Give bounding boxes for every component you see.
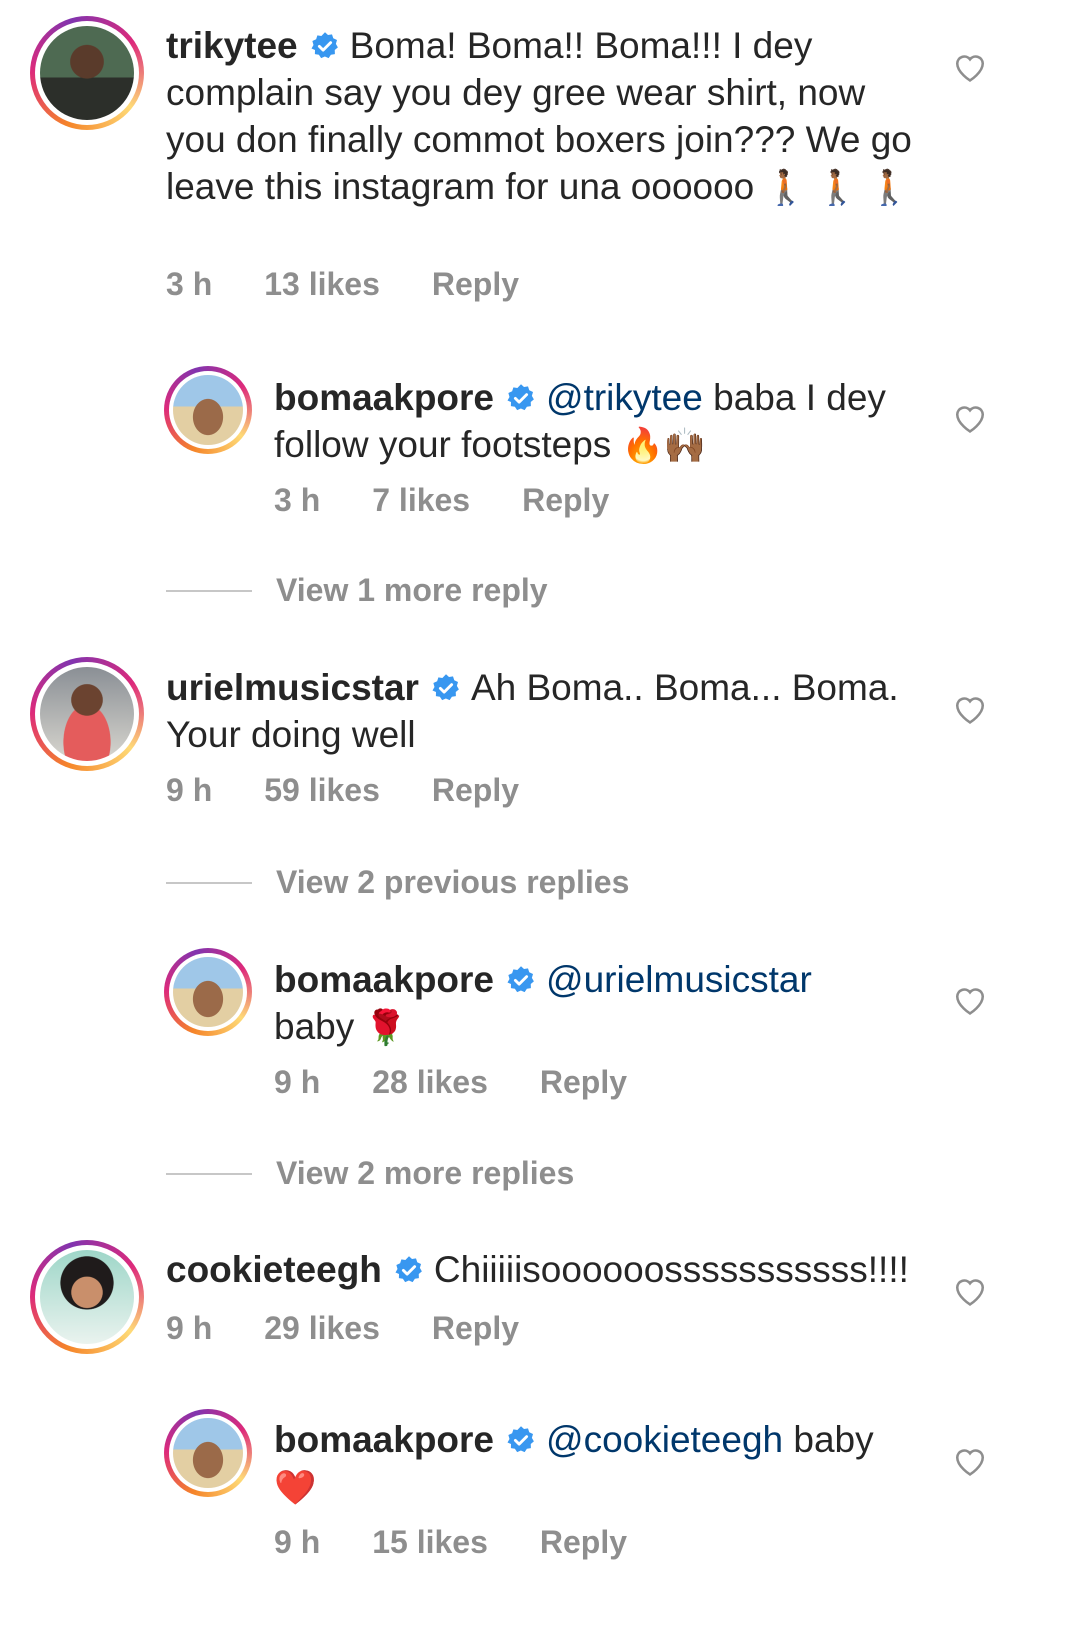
view-more-replies[interactable]: View 1 more reply [166,572,548,609]
mention-link[interactable]: @trikytee [546,377,703,418]
heart-outline-icon[interactable] [953,1445,987,1477]
divider-line [166,589,252,592]
avatar-urielmusicstar[interactable] [30,657,144,771]
view-more-label[interactable]: View 1 more reply [276,572,548,609]
reply-button[interactable]: Reply [432,772,519,809]
view-more-label[interactable]: View 2 previous replies [276,864,629,901]
comment-likes[interactable]: 29 likes [264,1310,380,1347]
comment-text: baby [274,1006,355,1047]
comment-time: 3 h [274,482,321,518]
avatar-trikytee[interactable] [30,16,144,130]
reply-button[interactable]: Reply [432,266,519,303]
mention-link[interactable]: @urielmusicstar [546,959,812,1000]
comment-emoji: 🌹 [364,1009,407,1047]
comment-time: 9 h [166,1310,213,1346]
view-previous-replies[interactable]: View 2 previous replies [166,864,629,901]
comment-time: 9 h [274,1064,321,1100]
comment-time: 9 h [166,772,213,808]
reply-button[interactable]: Reply [540,1524,627,1561]
reply-button[interactable]: Reply [522,482,609,519]
comment-emoji: 🔥🙌🏾 [621,427,707,465]
comment-time: 9 h [274,1524,321,1560]
view-more-replies[interactable]: View 2 more replies [166,1155,574,1192]
view-more-label[interactable]: View 2 more replies [276,1155,574,1192]
comment-username[interactable]: bomaakpore [274,377,494,418]
comment-username[interactable]: bomaakpore [274,1419,494,1460]
comment-likes[interactable]: 15 likes [372,1524,488,1561]
heart-outline-icon[interactable] [953,51,987,83]
comment-likes[interactable]: 28 likes [372,1064,488,1101]
verified-badge-icon [507,384,534,411]
comment-username[interactable]: cookieteegh [166,1249,382,1290]
verified-badge-icon [311,32,338,59]
comment-likes[interactable]: 59 likes [264,772,380,809]
comment-likes[interactable]: 13 likes [264,266,380,303]
divider-line [166,881,252,884]
verified-badge-icon [432,674,459,701]
heart-outline-icon[interactable] [953,984,987,1016]
avatar-bomaakpore[interactable] [164,1409,252,1497]
verified-badge-icon [507,966,534,993]
avatar-bomaakpore[interactable] [164,366,252,454]
comment-text: baby [793,1419,874,1460]
avatar-cookieteegh[interactable] [30,1240,144,1354]
avatar-bomaakpore[interactable] [164,948,252,1036]
heart-outline-icon[interactable] [953,1275,987,1307]
comment-emoji: 🚶🏾 🚶🏾 🚶🏾 [764,169,911,207]
reply-button[interactable]: Reply [432,1310,519,1347]
comment-text: Chiiiiisoooooosssssssssss!!!! [433,1249,909,1290]
comment-time: 3 h [166,266,213,302]
verified-badge-icon [507,1426,534,1453]
comment-username[interactable]: bomaakpore [274,959,494,1000]
divider-line [166,1172,252,1175]
heart-outline-icon[interactable] [953,402,987,434]
mention-link[interactable]: @cookieteegh [546,1419,783,1460]
heart-outline-icon[interactable] [953,693,987,725]
comment-emoji: ❤️ [274,1469,317,1507]
comment-likes[interactable]: 7 likes [372,482,470,519]
comment-username[interactable]: trikytee [166,25,298,66]
comment-username[interactable]: urielmusicstar [166,667,419,708]
verified-badge-icon [395,1256,422,1283]
reply-button[interactable]: Reply [540,1064,627,1101]
